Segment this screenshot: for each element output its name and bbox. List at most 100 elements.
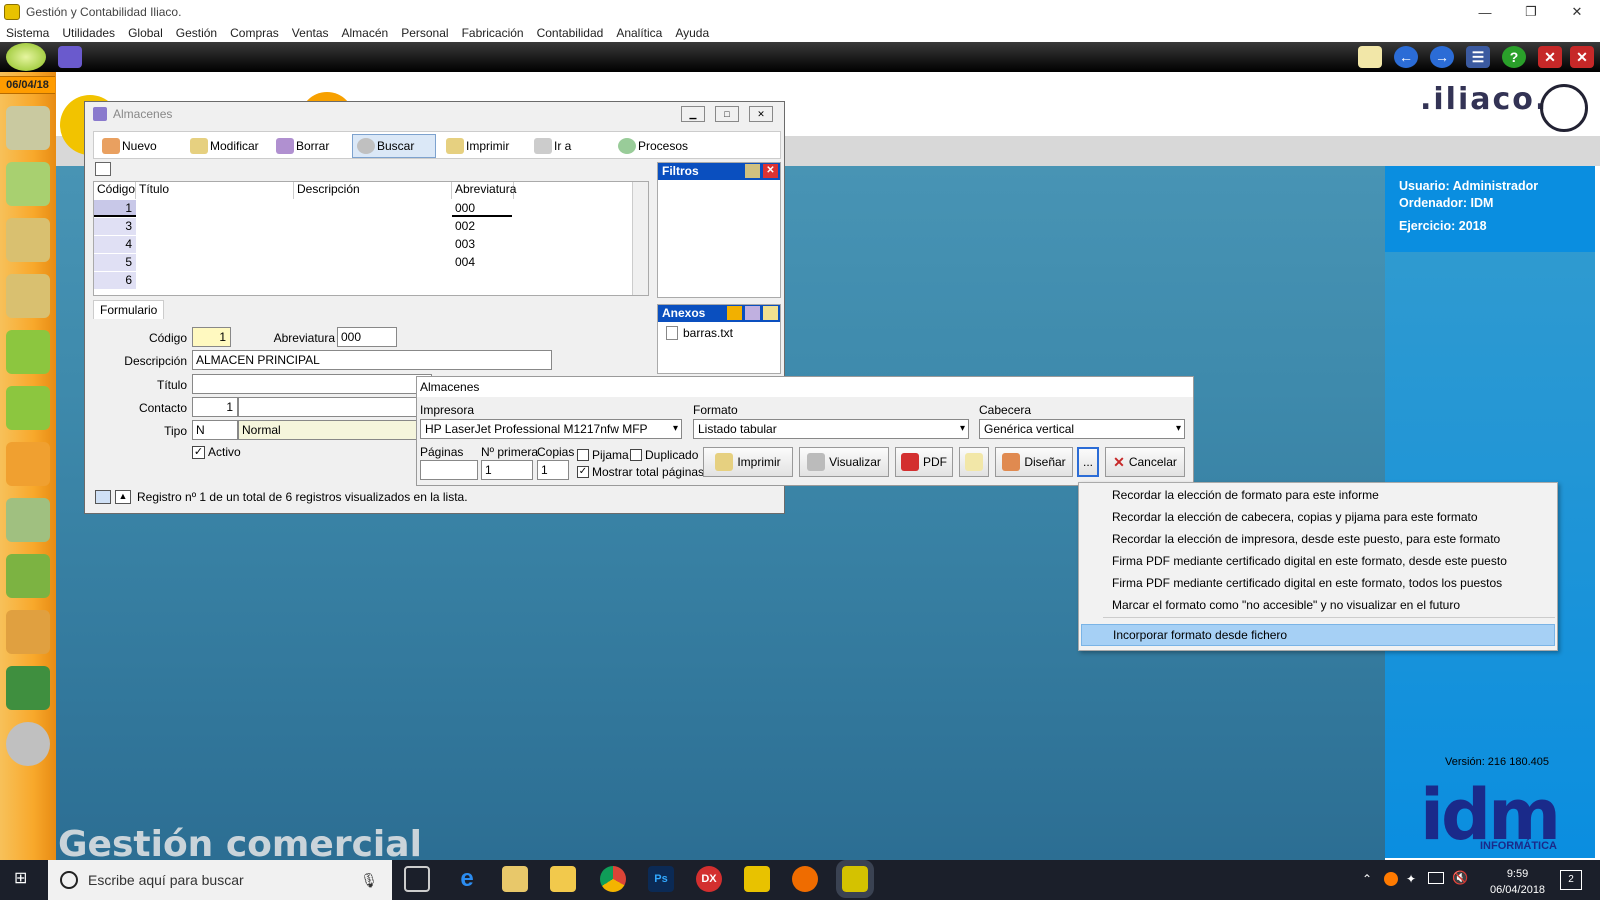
forward-arrow-icon[interactable]: → — [1430, 46, 1454, 68]
row-abrev[interactable]: 003 — [452, 236, 512, 253]
row-abrev[interactable]: 002 — [452, 218, 512, 235]
close-all-icon[interactable]: ✕ — [1570, 46, 1594, 68]
iliaco-active-icon[interactable] — [836, 860, 874, 898]
close-window-icon[interactable]: ✕ — [1538, 46, 1562, 68]
grid-scrollbar[interactable] — [632, 182, 648, 295]
row-abrev[interactable]: 000 — [452, 200, 512, 217]
chrome-icon[interactable] — [600, 866, 626, 892]
minimize-icon[interactable]: — — [1462, 0, 1508, 24]
pijama-checkbox[interactable]: Pijama — [577, 448, 629, 462]
menu-utilidades[interactable]: Utilidades — [62, 26, 115, 40]
tray-chevron-icon[interactable]: ⌃ — [1362, 872, 1372, 886]
remove-icon[interactable] — [745, 306, 760, 320]
row-codigo[interactable]: 6 — [94, 272, 136, 289]
ir-a-button[interactable]: Ir a — [530, 134, 571, 158]
row-codigo[interactable]: 3 — [94, 218, 136, 235]
clock[interactable]: 9:59 06/04/2018 — [1490, 866, 1545, 898]
task-view-icon[interactable] — [404, 866, 430, 892]
file-explorer-icon[interactable] — [550, 866, 576, 892]
tab-formulario[interactable]: Formulario — [93, 300, 165, 319]
impresora-select[interactable]: HP LaserJet Professional M1217nfw MFP ▾ — [420, 419, 682, 439]
col-abreviatura[interactable]: Abreviatura — [452, 182, 516, 199]
tray-app-icon[interactable] — [1384, 872, 1398, 886]
col-descripcion[interactable]: Descripción — [294, 182, 452, 199]
document-list-icon[interactable] — [6, 666, 50, 710]
abreviatura-field[interactable]: 000 — [337, 327, 397, 347]
contacto-name[interactable] — [238, 397, 428, 417]
letter-a-icon[interactable] — [6, 330, 50, 374]
menu-item[interactable]: Firma PDF mediante certificado digital e… — [1112, 554, 1507, 568]
maximize-icon[interactable]: □ — [715, 106, 739, 122]
filter-icon[interactable] — [745, 164, 760, 178]
formato-select[interactable]: Listado tabular ▾ — [693, 419, 969, 439]
menu-item[interactable]: Marcar el formato como "no accesible" y … — [1112, 598, 1460, 612]
taskbar-search[interactable]: Escribe aquí para buscar 🎙 — [48, 860, 392, 900]
fc-icon[interactable] — [6, 498, 50, 542]
contacto-code[interactable]: 1 — [192, 397, 238, 417]
copias-stepper[interactable]: 1 — [537, 460, 569, 480]
disenar-button[interactable]: Diseñar — [995, 447, 1073, 477]
firefox-icon[interactable] — [792, 866, 818, 892]
menu-item[interactable]: Firma PDF mediante certificado digital e… — [1112, 576, 1502, 590]
menu-sistema[interactable]: Sistema — [6, 26, 49, 40]
cabecera-select[interactable]: Genérica vertical ▾ — [979, 419, 1185, 439]
window-icon[interactable] — [95, 490, 111, 504]
borrar-button[interactable]: Borrar — [272, 134, 329, 158]
help-icon[interactable]: ? — [1502, 46, 1526, 68]
mostrar-total-checkbox[interactable]: ✓ Mostrar total páginas — [577, 465, 704, 479]
home-orb-icon[interactable] — [6, 43, 46, 71]
menu-fabricacion[interactable]: Fabricación — [462, 26, 524, 40]
windows-list-icon[interactable]: ☰ — [1466, 46, 1490, 68]
descripcion-field[interactable]: ALMACEN PRINCIPAL — [192, 350, 552, 370]
menu-item[interactable]: Recordar la elección de cabecera, copias… — [1112, 510, 1478, 524]
attach-icon[interactable] — [763, 306, 778, 320]
imprimir-button[interactable]: Imprimir — [703, 447, 793, 477]
menu-global[interactable]: Global — [128, 26, 163, 40]
more-options-button[interactable]: ... — [1077, 447, 1099, 477]
menu-item-selected[interactable]: Incorporar formato desde fichero — [1081, 624, 1555, 646]
tipo-name[interactable]: Normal — [238, 420, 428, 440]
menu-analitica[interactable]: Analítica — [616, 26, 662, 40]
letter-f-icon[interactable] — [6, 386, 50, 430]
dx-icon[interactable]: DX — [696, 866, 722, 892]
tipo-code[interactable]: N — [192, 420, 238, 440]
buscar-button[interactable]: Buscar — [352, 134, 436, 158]
cube-icon[interactable] — [58, 46, 82, 68]
email-button[interactable] — [959, 447, 989, 477]
row-codigo[interactable]: 5 — [94, 254, 136, 271]
procesos-button[interactable]: Procesos — [614, 134, 688, 158]
row-abrev[interactable]: 004 — [452, 254, 512, 271]
menu-ayuda[interactable]: Ayuda — [675, 26, 709, 40]
minimize-icon[interactable]: ▁ — [681, 106, 705, 122]
restore-icon[interactable]: ❐ — [1508, 0, 1554, 24]
modificar-button[interactable]: Modificar — [186, 134, 259, 158]
visualizar-button[interactable]: Visualizar — [799, 447, 889, 477]
pdf-button[interactable]: PDF — [895, 447, 953, 477]
menu-contabilidad[interactable]: Contabilidad — [537, 26, 604, 40]
cancelar-button[interactable]: ✕ Cancelar — [1105, 447, 1185, 477]
menu-compras[interactable]: Compras — [230, 26, 279, 40]
menu-item[interactable]: Recordar la elección de impresora, desde… — [1112, 532, 1500, 546]
volume-muted-icon[interactable]: 🔇 — [1452, 870, 1468, 886]
codigo-field[interactable]: 1 — [192, 327, 231, 347]
imprimir-button[interactable]: Imprimir — [442, 134, 509, 158]
user-a-icon[interactable] — [6, 274, 50, 318]
users-group-icon[interactable] — [6, 106, 50, 150]
back-arrow-icon[interactable]: ← — [1394, 46, 1418, 68]
nuevo-button[interactable]: Nuevo — [98, 134, 157, 158]
titulo-field[interactable] — [192, 374, 432, 394]
close-icon[interactable]: ✕ — [763, 164, 778, 178]
close-icon[interactable]: ✕ — [1554, 0, 1600, 24]
edge-icon[interactable]: e — [454, 866, 480, 892]
notifications-icon[interactable]: 2 — [1560, 870, 1582, 890]
menu-item[interactable]: Recordar la elección de formato para est… — [1112, 488, 1379, 502]
letter-f-orange-icon[interactable] — [6, 442, 50, 486]
activo-checkbox[interactable]: ✓ Activo — [192, 445, 241, 459]
user-p-icon[interactable] — [6, 218, 50, 262]
network-icon[interactable] — [1428, 872, 1444, 884]
close-icon[interactable]: ✕ — [749, 106, 773, 122]
microphone-icon[interactable]: 🎙 — [360, 872, 378, 889]
row-codigo[interactable]: 4 — [94, 236, 136, 253]
green-bag-icon[interactable] — [6, 554, 50, 598]
anexo-item[interactable]: barras.txt — [658, 322, 780, 344]
